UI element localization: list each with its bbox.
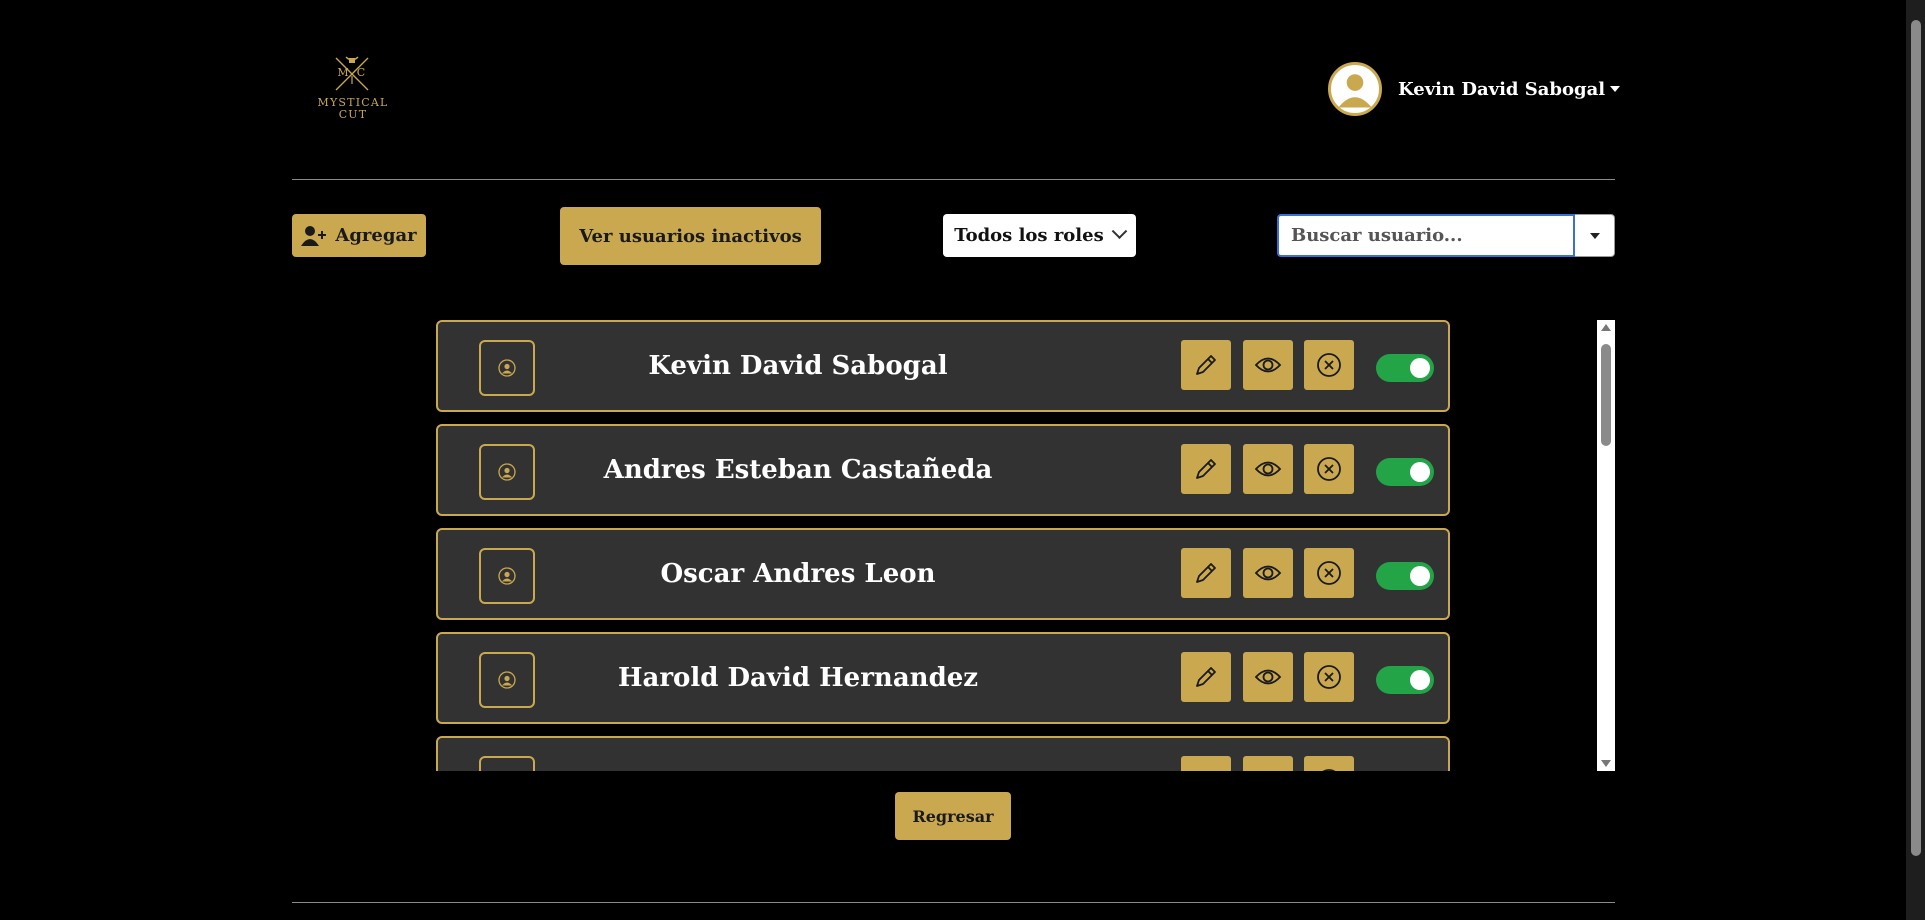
page-scroll-thumb[interactable] <box>1911 20 1921 856</box>
eye-icon <box>1253 766 1283 771</box>
user-name: Harold David Hernandez <box>617 663 979 693</box>
status-toggle[interactable] <box>1376 666 1434 694</box>
pencil-icon <box>1196 355 1216 375</box>
user-name: Kevin David Sabogal <box>648 351 948 381</box>
user-circle-icon <box>498 671 516 689</box>
scroll-down-arrow-icon[interactable] <box>1601 760 1611 767</box>
pencil-icon <box>1191 766 1221 771</box>
pencil-icon <box>1196 459 1216 479</box>
status-toggle[interactable] <box>1376 354 1434 382</box>
deactivate-button[interactable] <box>1304 548 1354 598</box>
profile-picture-button[interactable] <box>479 444 535 500</box>
toggle-knob <box>1410 566 1430 586</box>
user-circle-icon <box>498 359 516 377</box>
logo-text-line2: CUT <box>339 108 368 121</box>
eye-icon <box>1254 669 1282 685</box>
toggle-knob <box>1410 358 1430 378</box>
search-input[interactable] <box>1277 214 1575 257</box>
deactivate-button[interactable] <box>1304 652 1354 702</box>
user-plus-icon <box>301 225 327 246</box>
roles-filter-select[interactable]: Todos los roles <box>943 214 1136 257</box>
edit-button[interactable] <box>1181 652 1231 702</box>
user-row: Andres Esteban Castañeda <box>436 424 1450 516</box>
user-list-scrollbar[interactable] <box>1597 320 1615 771</box>
toggle-knob <box>1410 670 1430 690</box>
add-user-button[interactable]: Agregar <box>292 214 426 257</box>
edit-button[interactable] <box>1181 548 1231 598</box>
logo-initial-c: C <box>357 66 365 79</box>
user-circle-icon <box>498 567 516 585</box>
search-group <box>1277 214 1615 257</box>
deactivate-button[interactable] <box>1304 340 1354 390</box>
profile-picture-button[interactable] <box>479 548 535 604</box>
back-button[interactable]: Regresar <box>895 792 1011 840</box>
close-circle-icon <box>1322 769 1336 771</box>
user-list[interactable]: Kevin David Sabogal Andres Esteban Casta… <box>436 320 1452 771</box>
view-inactive-users-button[interactable]: Ver usuarios inactivos <box>560 207 821 265</box>
status-toggle[interactable] <box>1376 458 1434 486</box>
roles-filter-value: Todos los roles <box>954 225 1104 246</box>
profile-picture-button[interactable] <box>479 340 535 396</box>
footer-divider <box>292 902 1615 903</box>
close-circle-icon <box>1317 457 1341 481</box>
scroll-up-arrow-icon[interactable] <box>1601 324 1611 331</box>
close-circle-icon <box>1317 561 1341 585</box>
edit-button[interactable] <box>1181 756 1231 771</box>
view-button[interactable] <box>1243 548 1293 598</box>
search-dropdown-toggle[interactable] <box>1575 214 1615 257</box>
view-button[interactable] <box>1243 652 1293 702</box>
close-circle-icon <box>1317 665 1341 689</box>
view-button[interactable] <box>1243 756 1293 771</box>
eye-icon <box>1254 357 1282 373</box>
page-scrollbar[interactable] <box>1906 0 1925 920</box>
caret-down-icon <box>1589 232 1600 239</box>
logo-initial-m: M <box>337 66 348 79</box>
user-row: Kevin David Sabogal <box>436 320 1450 412</box>
eye-icon <box>1254 565 1282 581</box>
user-row: Oscar Andres Leon <box>436 528 1450 620</box>
eye-icon <box>1254 461 1282 477</box>
profile-picture-button[interactable] <box>479 652 535 708</box>
profile-picture-button[interactable] <box>479 756 535 771</box>
scroll-thumb[interactable] <box>1601 344 1611 446</box>
toggle-knob <box>1410 462 1430 482</box>
header-divider <box>292 179 1615 180</box>
user-avatar-icon <box>1328 62 1382 116</box>
deactivate-button[interactable] <box>1304 756 1354 771</box>
pencil-icon <box>1196 667 1216 687</box>
status-toggle[interactable] <box>1376 562 1434 590</box>
view-button[interactable] <box>1243 340 1293 390</box>
close-circle-icon <box>1317 353 1341 377</box>
logo-icon: M C MYSTICAL CUT <box>318 56 387 121</box>
view-button[interactable] <box>1243 444 1293 494</box>
user-name: Kevin David Sabogal <box>1398 78 1606 100</box>
pencil-icon <box>1196 563 1216 583</box>
edit-button[interactable] <box>1181 444 1231 494</box>
mystical-cut-logo[interactable]: M C MYSTICAL CUT <box>318 54 404 130</box>
caret-down-icon <box>1610 86 1621 92</box>
deactivate-button[interactable] <box>1304 444 1354 494</box>
edit-button[interactable] <box>1181 340 1231 390</box>
chevron-down-icon <box>1111 223 1128 240</box>
add-user-label: Agregar <box>335 225 417 246</box>
user-name: Oscar Andres Leon <box>660 559 936 589</box>
user-circle-icon <box>498 463 516 481</box>
user-menu-dropdown[interactable]: Kevin David Sabogal <box>1328 62 1621 116</box>
user-row-partial <box>436 736 1450 771</box>
user-name: Andres Esteban Castañeda <box>603 455 993 485</box>
user-row: Harold David Hernandez <box>436 632 1450 724</box>
